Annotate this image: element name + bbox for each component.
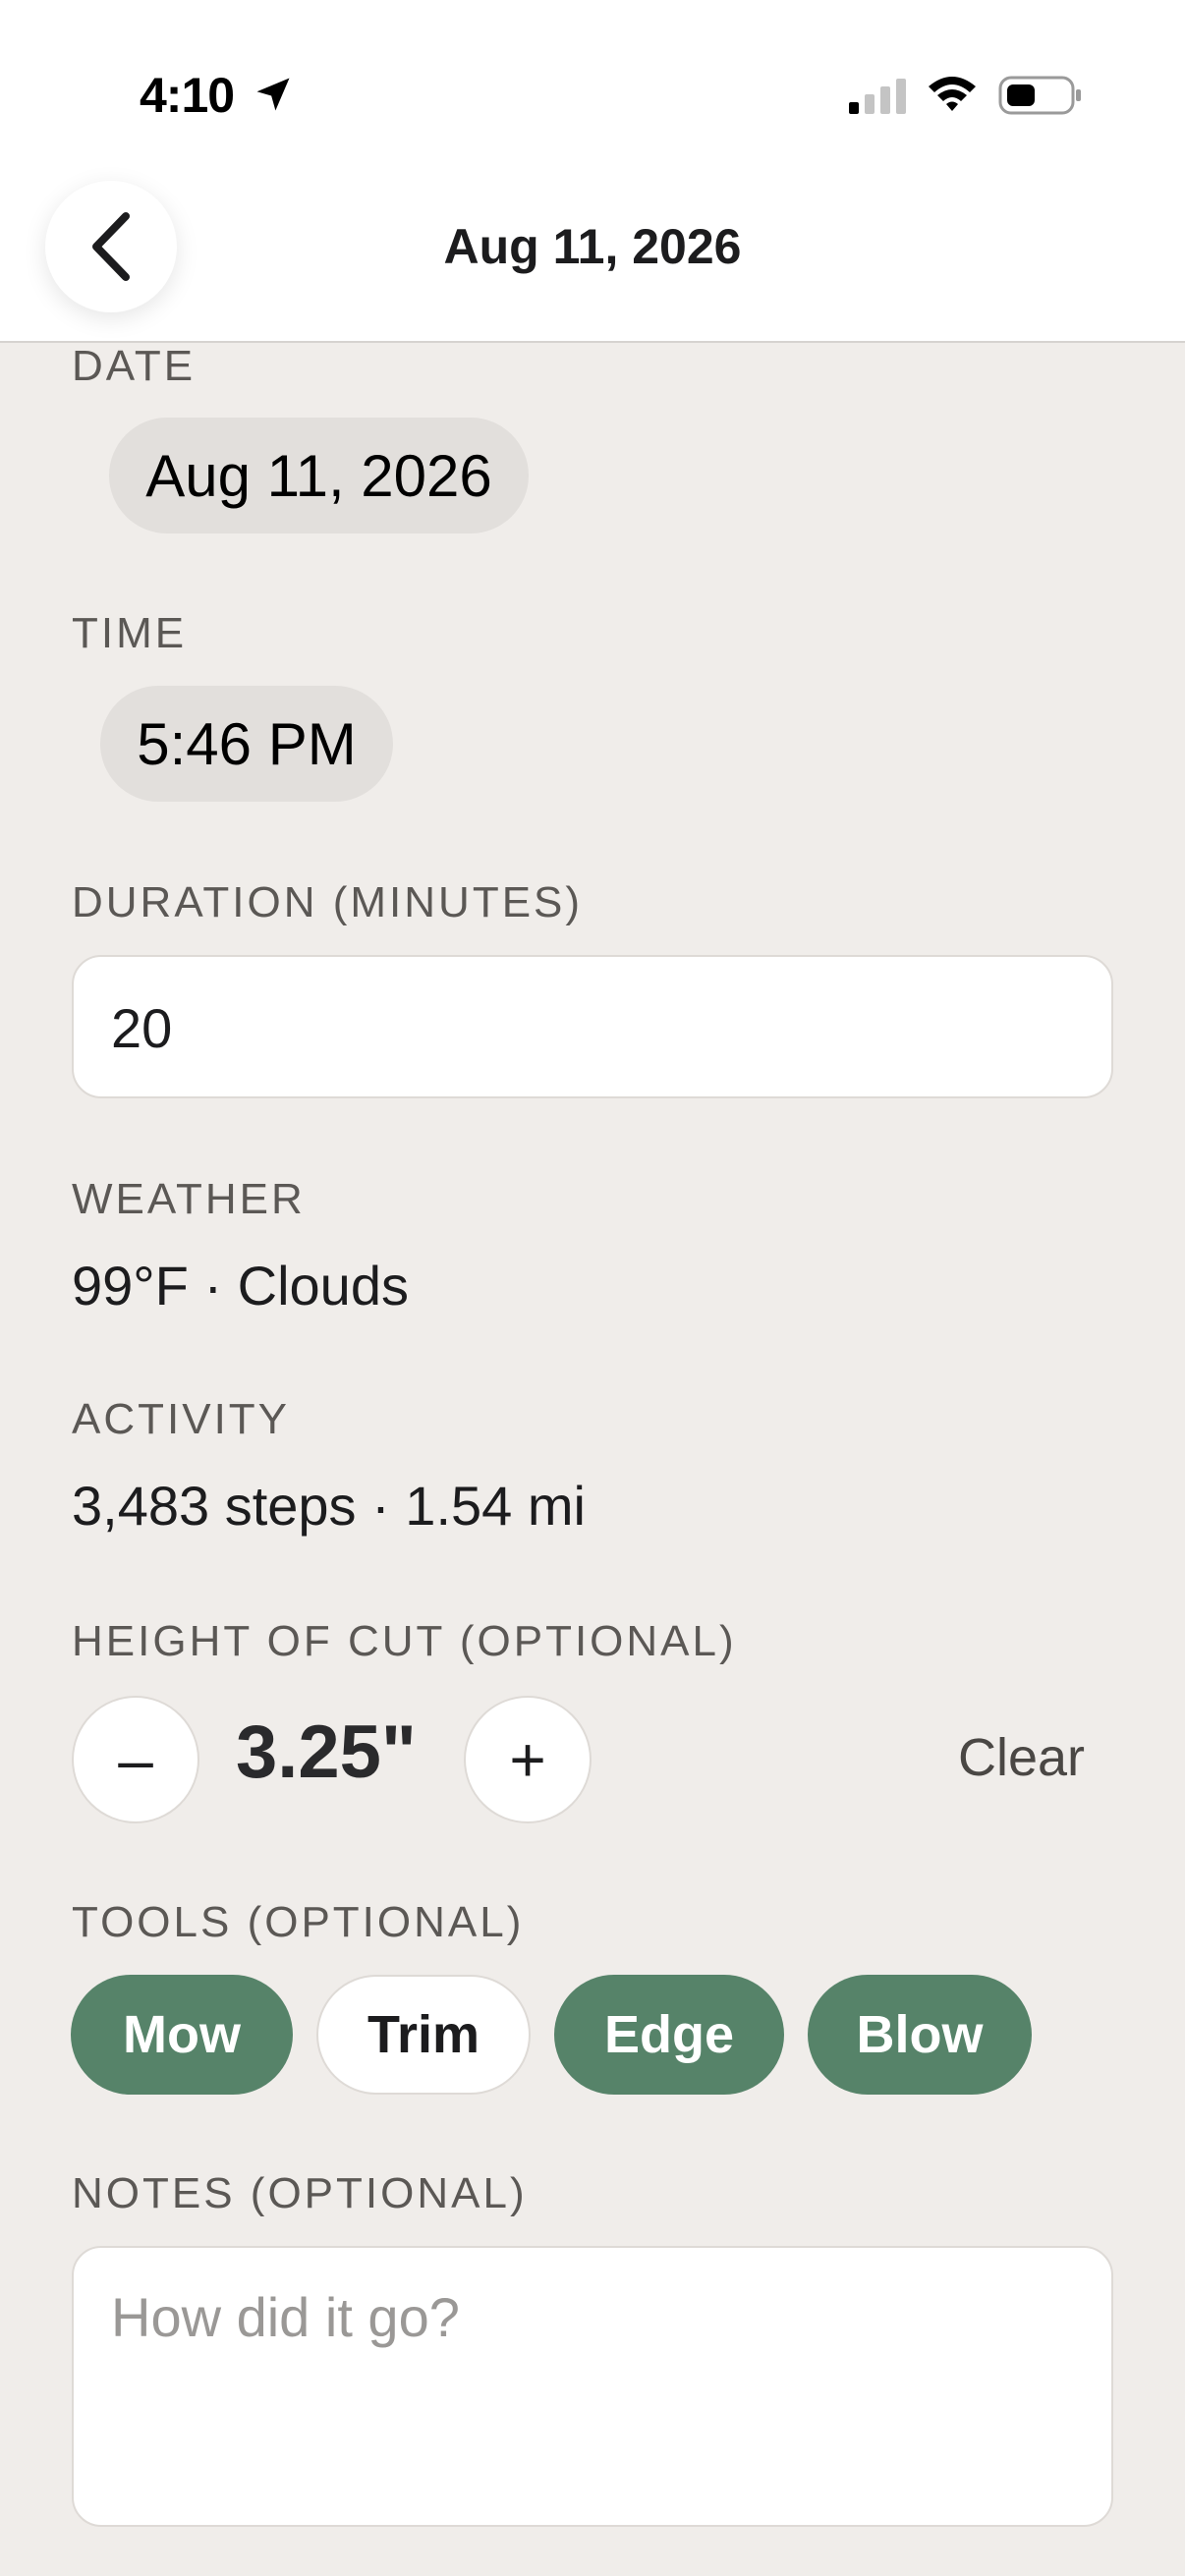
tool-chip-mow[interactable]: Mow [71,1975,293,2095]
date-label: DATE [72,342,197,390]
cellular-signal-icon [849,79,906,114]
increment-height-button[interactable]: + [464,1696,592,1823]
tool-chip-trim[interactable]: Trim [316,1975,531,2095]
status-time: 4:10 [140,68,235,123]
top-bar: 4:10 Aug 11, 2026 [0,0,1185,343]
height-of-cut-value: 3.25" [236,1710,417,1794]
tools-label: TOOLS (OPTIONAL) [72,1898,525,1946]
weather-value: 99°F · Clouds [72,1255,409,1316]
page-title: Aug 11, 2026 [443,219,742,274]
activity-label: ACTIVITY [72,1395,291,1443]
notes-label: NOTES (OPTIONAL) [72,2169,528,2217]
notes-input[interactable]: How did it go? [72,2246,1113,2527]
height-of-cut-label: HEIGHT OF CUT (OPTIONAL) [72,1617,737,1665]
time-label: TIME [72,609,188,657]
wifi-icon [929,77,976,111]
date-picker[interactable]: Aug 11, 2026 [109,418,529,533]
location-arrow-icon [256,78,290,111]
time-picker[interactable]: 5:46 PM [100,686,393,802]
duration-input[interactable]: 20 [72,955,1113,1098]
activity-value: 3,483 steps · 1.54 mi [72,1475,586,1537]
tool-chip-edge[interactable]: Edge [554,1975,784,2095]
battery-icon [998,76,1081,115]
decrement-height-button[interactable]: – [72,1696,199,1823]
weather-label: WEATHER [72,1175,306,1223]
clear-height-button[interactable]: Clear [958,1727,1085,1788]
tool-chip-blow[interactable]: Blow [808,1975,1032,2095]
duration-label: DURATION (MINUTES) [72,878,584,926]
notes-placeholder: How did it go? [111,2286,460,2348]
duration-value: 20 [111,997,173,1059]
